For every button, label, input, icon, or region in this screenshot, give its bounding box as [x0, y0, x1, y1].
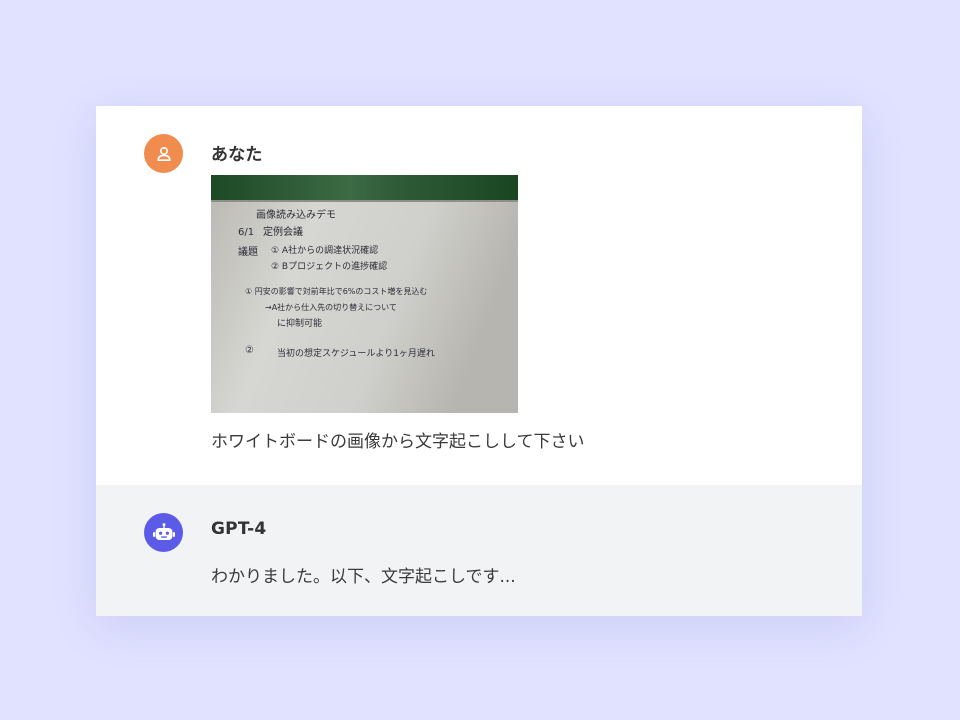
handwriting-line-1: 画像読み込みデモ — [256, 208, 336, 221]
handwriting-line-8: →A社から仕入先の切り替えについて — [265, 302, 397, 312]
robot-icon — [152, 522, 175, 540]
handwriting-line-5: ① A社からの調達状況確認 — [271, 244, 378, 256]
user-sender-name: あなた — [211, 145, 263, 165]
handwriting-line-6: ② Bプロジェクトの進捗確認 — [271, 260, 387, 272]
person-icon — [156, 146, 171, 161]
handwriting-line-11: 当初の想定スケジュールより1ヶ月遅れ — [277, 347, 435, 359]
handwriting-line-10: ② — [245, 345, 254, 356]
handwriting-line-7: ① 円安の影響で対前年比で6%のコスト増を見込む — [245, 286, 427, 296]
user-avatar — [144, 134, 183, 173]
handwriting-line-4: 議題 — [238, 245, 258, 258]
user-message-text: ホワイトボードの画像から文字起こしして下さい — [211, 432, 585, 452]
assistant-sender-name: GPT-4 — [211, 519, 267, 539]
handwriting-line-3: 定例会議 — [263, 225, 303, 238]
assistant-message-text: わかりました。以下、文字起こしです... — [211, 567, 516, 587]
chat-transcript: あなた 画像読み込みデモ 6/1 定例会議 議題 ① A社からの調達状況確認 ②… — [96, 106, 862, 616]
user-message: あなた 画像読み込みデモ 6/1 定例会議 議題 ① A社からの調達状況確認 ②… — [96, 106, 862, 485]
assistant-message: GPT-4 わかりました。以下、文字起こしです... — [96, 485, 862, 616]
handwriting-line-2: 6/1 — [238, 227, 254, 238]
assistant-avatar — [144, 513, 183, 552]
whiteboard-image[interactable]: 画像読み込みデモ 6/1 定例会議 議題 ① A社からの調達状況確認 ② Bプロ… — [211, 175, 518, 413]
handwriting-line-9: に抑制可能 — [277, 317, 322, 329]
